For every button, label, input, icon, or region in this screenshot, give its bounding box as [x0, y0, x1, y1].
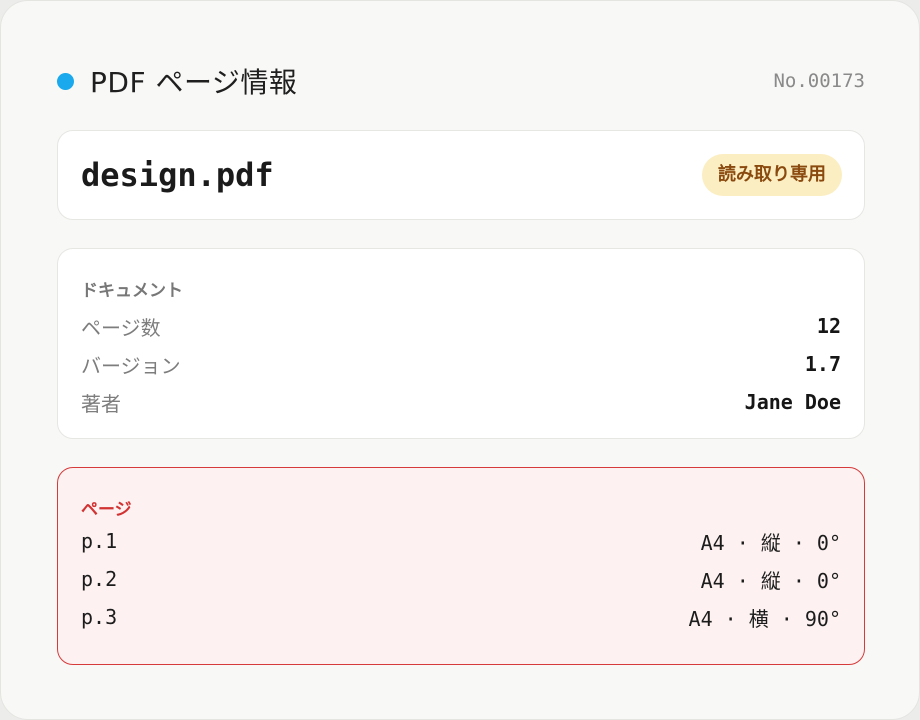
page-number: p.1 [81, 529, 118, 553]
page-row: p.3 A4 · 横 · 90° [81, 603, 841, 631]
document-row-version: バージョン 1.7 [81, 350, 841, 378]
row-value: Jane Doe [744, 390, 841, 414]
row-value: 12 [816, 314, 841, 338]
row-label: 著者 [81, 391, 121, 416]
document-number: No.00173 [773, 70, 865, 92]
file-name: design.pdf [81, 156, 274, 194]
row-label: バージョン [81, 353, 181, 378]
page-number: p.3 [81, 605, 118, 629]
document-section-title: ドキュメント [81, 281, 183, 301]
status-dot-icon [57, 72, 74, 90]
row-label: ページ数 [81, 315, 161, 340]
page-format: A4 · 縦 · 0° [700, 530, 841, 555]
page-format: A4 · 横 · 90° [688, 606, 841, 631]
page-title: PDF ページ情報 [90, 66, 298, 99]
file-card: design.pdf 読み取り専用 [57, 130, 865, 220]
row-value: 1.7 [804, 352, 841, 376]
document-row-author: 著者 Jane Doe [81, 388, 841, 416]
pdf-info-panel: PDF ページ情報 No.00173 design.pdf 読み取り専用 ドキュ… [0, 0, 920, 720]
page-row: p.1 A4 · 縦 · 0° [81, 527, 841, 555]
read-only-badge: 読み取り専用 [702, 154, 842, 196]
page-format: A4 · 縦 · 0° [700, 568, 841, 593]
pages-card: ページ p.1 A4 · 縦 · 0° p.2 A4 · 縦 · 0° p.3 … [57, 467, 865, 665]
page-row: p.2 A4 · 縦 · 0° [81, 565, 841, 593]
document-row-page-count: ページ数 12 [81, 312, 841, 340]
document-card: ドキュメント ページ数 12 バージョン 1.7 著者 Jane Doe [57, 248, 865, 439]
pages-section-title: ページ [81, 500, 132, 520]
title-group: PDF ページ情報 [57, 61, 297, 101]
panel-header: PDF ページ情報 No.00173 [57, 61, 865, 101]
page-number: p.2 [81, 567, 118, 591]
